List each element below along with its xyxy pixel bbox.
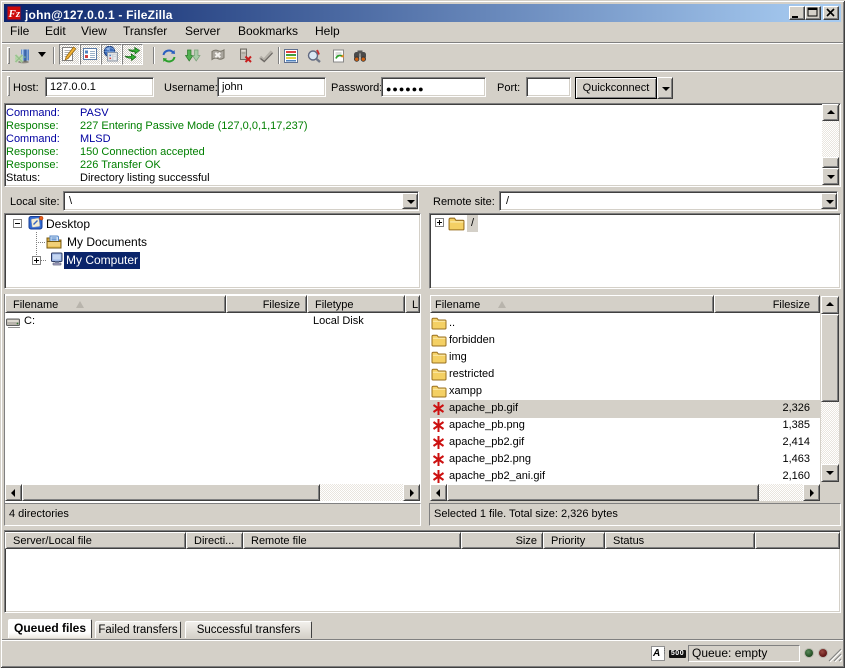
svg-text:Fz: Fz [8,8,21,20]
